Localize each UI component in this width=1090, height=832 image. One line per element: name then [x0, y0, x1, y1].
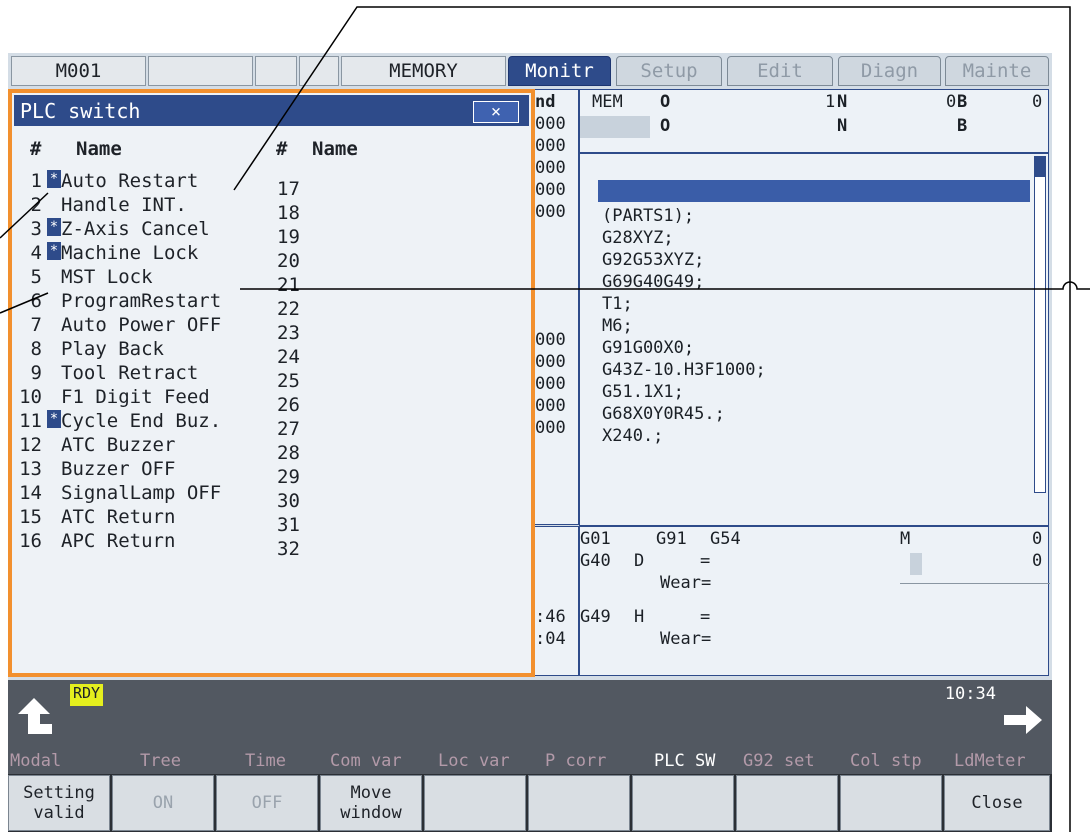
callout-line-top	[233, 6, 1071, 832]
callout-line-left-1	[0, 192, 49, 239]
callout-line-middle	[240, 281, 1090, 290]
callout-line-left-2	[0, 292, 49, 314]
callout-lines	[0, 6, 1090, 832]
